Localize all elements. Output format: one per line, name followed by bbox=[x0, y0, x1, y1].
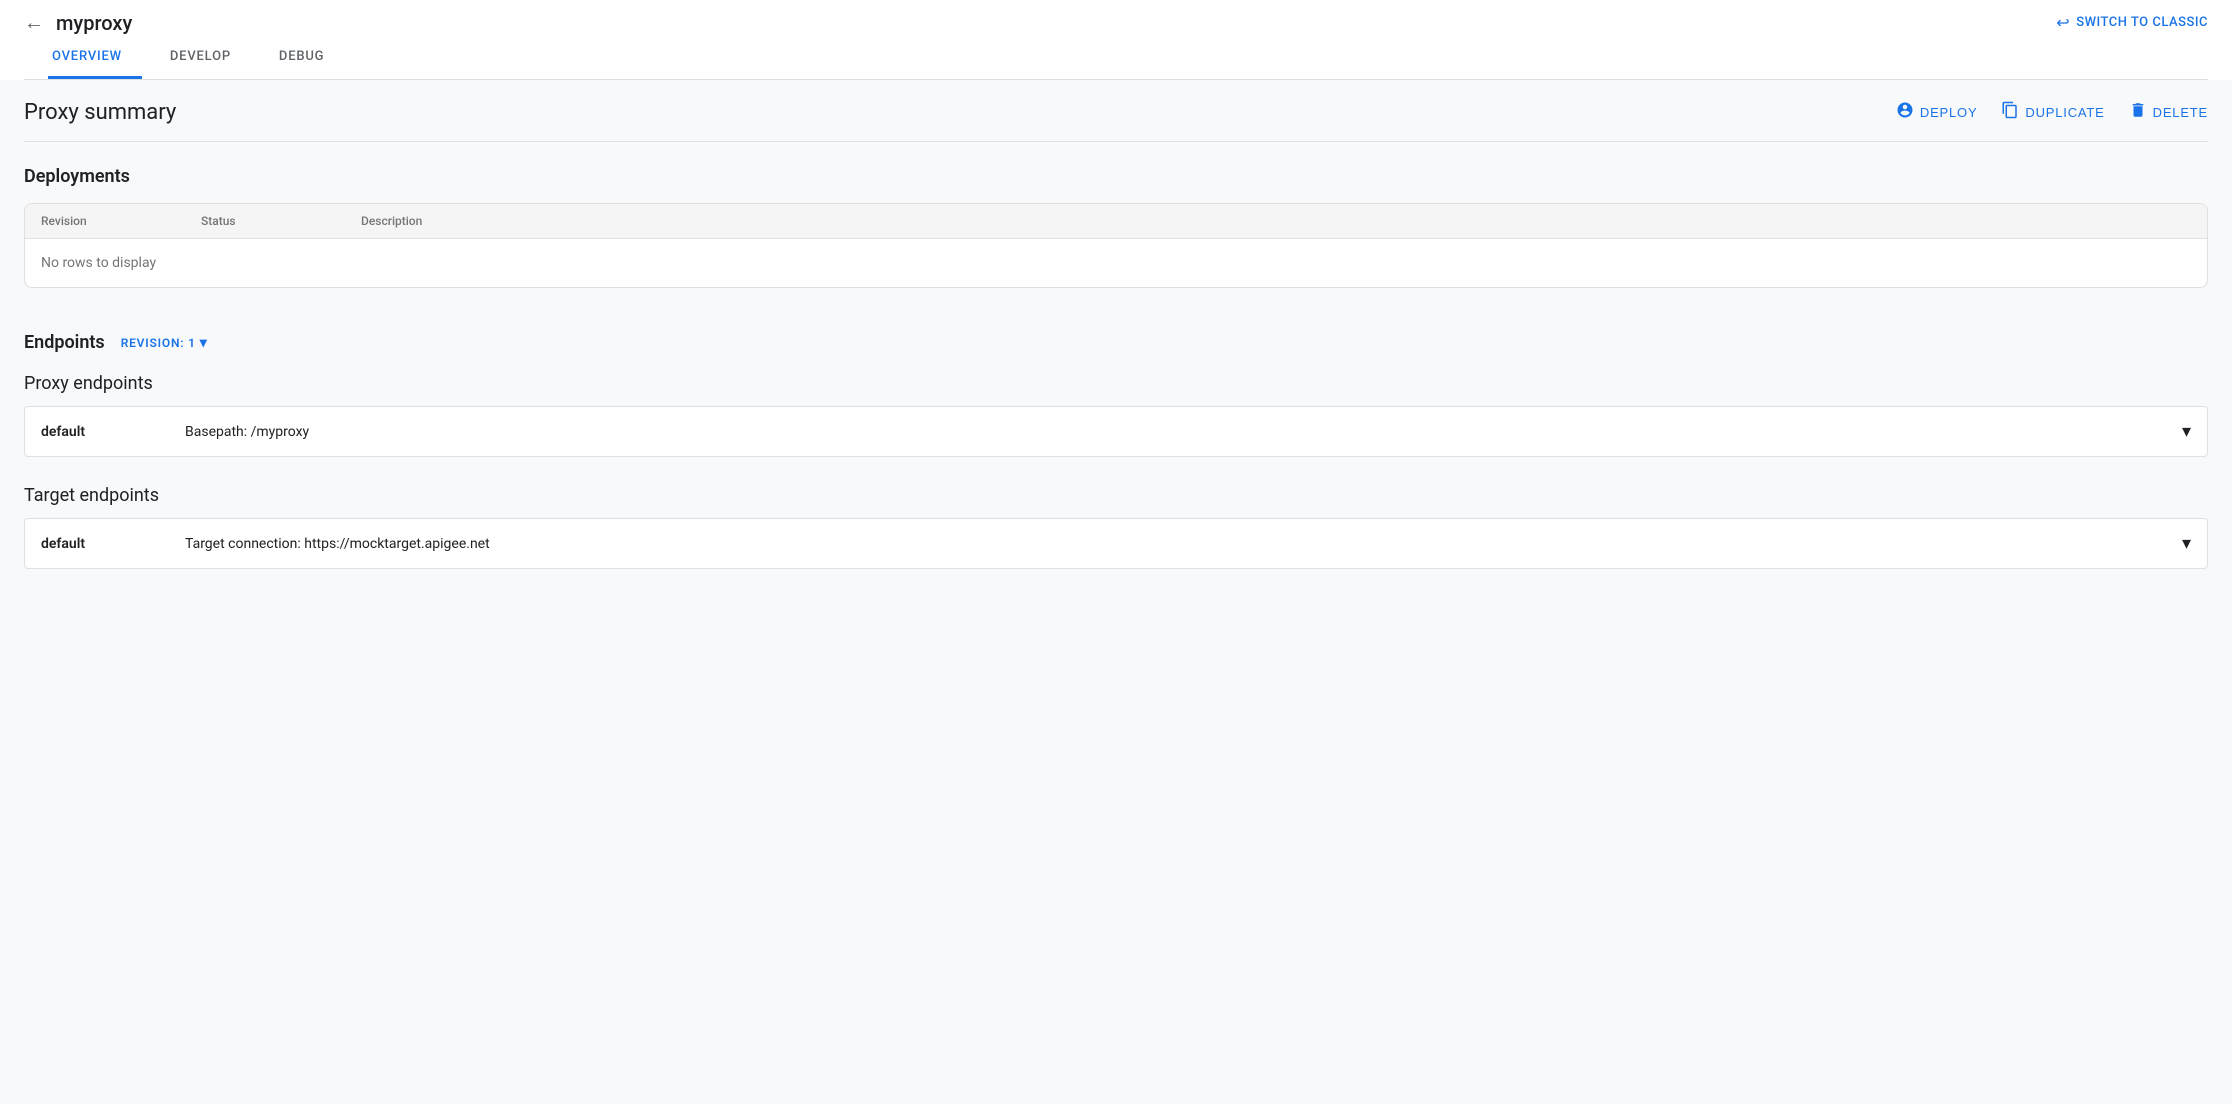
deployments-title: Deployments bbox=[24, 166, 2208, 187]
delete-icon bbox=[2129, 101, 2147, 124]
target-endpoint-chevron-icon: ▾ bbox=[2182, 533, 2191, 554]
proxy-summary-title: Proxy summary bbox=[24, 100, 176, 125]
table-header-row: Revision Status Description bbox=[25, 204, 2207, 239]
tab-bar: OVERVIEW DEVELOP DEBUG bbox=[24, 35, 2208, 80]
switch-classic-label: SWITCH TO CLASSIC bbox=[2076, 15, 2208, 30]
revision-label: REVISION: 1 bbox=[121, 336, 196, 350]
proxy-endpoints-group: Proxy endpoints default Basepath: /mypro… bbox=[24, 373, 2208, 457]
proxy-summary-header: Proxy summary DEPLOY DUPLICATE DELETE bbox=[24, 80, 2208, 141]
duplicate-icon bbox=[2001, 101, 2019, 124]
tab-overview[interactable]: OVERVIEW bbox=[48, 35, 142, 79]
target-endpoint-name: default bbox=[41, 536, 161, 552]
duplicate-button[interactable]: DUPLICATE bbox=[2001, 101, 2104, 124]
target-endpoint-detail: Target connection: https://mocktarget.ap… bbox=[185, 536, 490, 552]
revision-chevron-icon: ▾ bbox=[200, 335, 208, 351]
deploy-label: DEPLOY bbox=[1920, 105, 1978, 120]
col-revision: Revision bbox=[41, 214, 201, 228]
deploy-button[interactable]: DEPLOY bbox=[1896, 101, 1978, 124]
duplicate-label: DUPLICATE bbox=[2025, 105, 2104, 120]
proxy-title: myproxy bbox=[56, 11, 132, 35]
col-description: Description bbox=[361, 214, 2191, 228]
back-arrow-icon[interactable]: ← bbox=[24, 10, 44, 35]
deploy-icon bbox=[1896, 101, 1914, 124]
target-endpoints-group: Target endpoints default Target connecti… bbox=[24, 485, 2208, 569]
switch-to-classic-button[interactable]: ↩ SWITCH TO CLASSIC bbox=[2056, 13, 2208, 32]
endpoints-header: Endpoints REVISION: 1 ▾ bbox=[24, 332, 2208, 353]
deployments-section: Deployments Revision Status Description … bbox=[24, 142, 2208, 304]
revision-dropdown[interactable]: REVISION: 1 ▾ bbox=[121, 335, 208, 351]
target-endpoint-row-left: default Target connection: https://mockt… bbox=[41, 536, 490, 552]
delete-button[interactable]: DELETE bbox=[2129, 101, 2208, 124]
target-endpoint-row-default[interactable]: default Target connection: https://mockt… bbox=[24, 518, 2208, 569]
endpoints-title: Endpoints bbox=[24, 332, 105, 353]
proxy-endpoint-row-left: default Basepath: /myproxy bbox=[41, 424, 309, 440]
proxy-endpoint-row-default[interactable]: default Basepath: /myproxy ▾ bbox=[24, 406, 2208, 457]
col-status: Status bbox=[201, 214, 361, 228]
delete-label: DELETE bbox=[2153, 105, 2208, 120]
switch-classic-icon: ↩ bbox=[2056, 13, 2070, 32]
deployments-table: Revision Status Description No rows to d… bbox=[24, 203, 2208, 288]
proxy-endpoint-detail: Basepath: /myproxy bbox=[185, 424, 309, 440]
tab-debug[interactable]: DEBUG bbox=[275, 35, 344, 79]
proxy-endpoint-name: default bbox=[41, 424, 161, 440]
proxy-endpoints-title: Proxy endpoints bbox=[24, 373, 2208, 394]
tab-develop[interactable]: DEVELOP bbox=[166, 35, 251, 79]
target-endpoints-title: Target endpoints bbox=[24, 485, 2208, 506]
proxy-endpoint-chevron-icon: ▾ bbox=[2182, 421, 2191, 442]
action-buttons-group: DEPLOY DUPLICATE DELETE bbox=[1896, 101, 2208, 124]
endpoints-section: Endpoints REVISION: 1 ▾ Proxy endpoints … bbox=[24, 304, 2208, 613]
table-empty-message: No rows to display bbox=[25, 239, 2207, 287]
